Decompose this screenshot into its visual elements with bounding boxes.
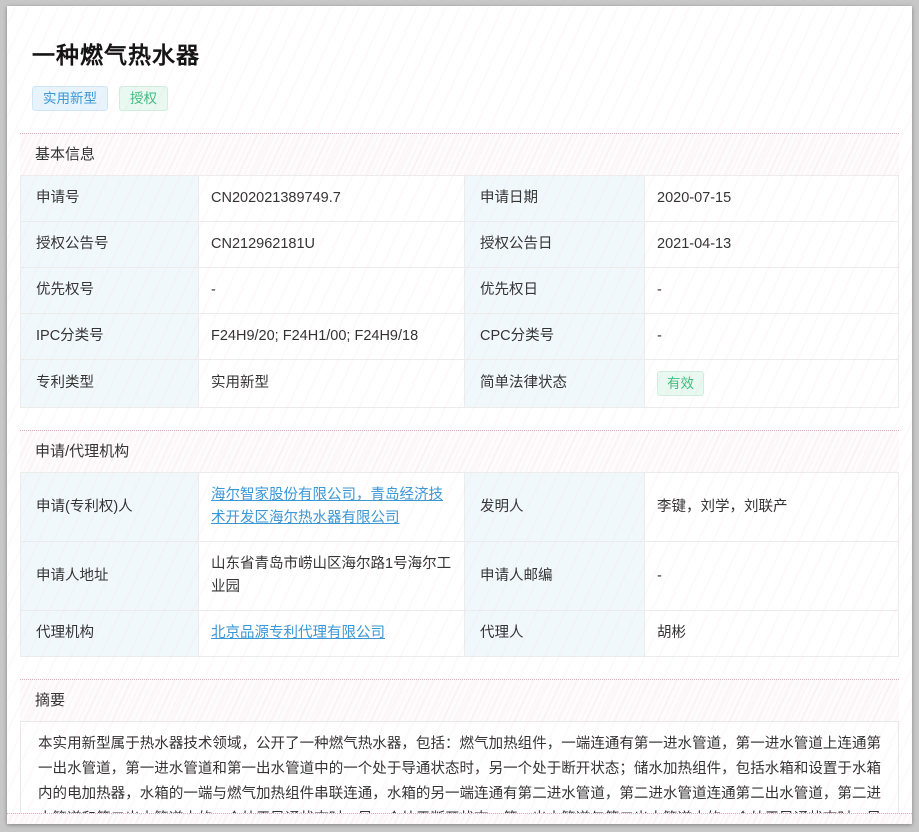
field-label: 代理机构 [21, 611, 199, 657]
field-value-ipc-class: F24H9/20; F24H1/00; F24H9/18 [199, 314, 465, 360]
abstract-text: 本实用新型属于热水器技术领域，公开了一种燃气热水器，包括：燃气加热组件，一端连通… [20, 721, 899, 824]
field-value-applicant-address: 山东省青岛市崂山区海尔路1号海尔工业园 [199, 542, 465, 611]
field-value-publication-number: CN212962181U [199, 222, 465, 268]
patent-detail-page: 一种燃气热水器 实用新型 授权 基本信息 申请号 CN202021389749.… [7, 6, 912, 824]
field-label: 优先权日 [465, 268, 645, 314]
table-row: 授权公告号 CN212962181U 授权公告日 2021-04-13 [21, 222, 899, 268]
table-row: 申请号 CN202021389749.7 申请日期 2020-07-15 [21, 176, 899, 222]
section-heading-basic-info: 基本信息 [20, 133, 899, 175]
legal-status-badge: 有效 [657, 371, 704, 396]
field-value-applicant: 海尔智家股份有限公司，青岛经济技术开发区海尔热水器有限公司 [199, 473, 465, 542]
bottom-watermark-strip [7, 813, 912, 824]
table-row: 申请(专利权)人 海尔智家股份有限公司，青岛经济技术开发区海尔热水器有限公司 发… [21, 473, 899, 542]
field-value-agency: 北京品源专利代理有限公司 [199, 611, 465, 657]
page-content: 一种燃气热水器 实用新型 授权 基本信息 申请号 CN202021389749.… [7, 6, 912, 824]
field-value-priority-number: - [199, 268, 465, 314]
table-row: 优先权号 - 优先权日 - [21, 268, 899, 314]
field-value-application-date: 2020-07-15 [645, 176, 899, 222]
field-value-postcode: - [645, 542, 899, 611]
field-label: 申请人邮编 [465, 542, 645, 611]
field-label: 授权公告日 [465, 222, 645, 268]
table-row: IPC分类号 F24H9/20; F24H1/00; F24H9/18 CPC分… [21, 314, 899, 360]
patent-type-badge: 实用新型 [32, 86, 108, 111]
field-value-priority-date: - [645, 268, 899, 314]
field-label: 简单法律状态 [465, 360, 645, 408]
table-row: 代理机构 北京品源专利代理有限公司 代理人 胡彬 [21, 611, 899, 657]
applicant-link[interactable]: 海尔智家股份有限公司，青岛经济技术开发区海尔热水器有限公司 [211, 487, 443, 526]
field-label: 专利类型 [21, 360, 199, 408]
field-value-patent-type: 实用新型 [199, 360, 465, 408]
field-label: 代理人 [465, 611, 645, 657]
field-label: 申请(专利权)人 [21, 473, 199, 542]
section-heading-applicant-agency: 申请/代理机构 [20, 430, 899, 472]
field-label: 授权公告号 [21, 222, 199, 268]
agency-link[interactable]: 北京品源专利代理有限公司 [211, 625, 385, 641]
page-title: 一种燃气热水器 [20, 6, 899, 70]
table-row: 申请人地址 山东省青岛市崂山区海尔路1号海尔工业园 申请人邮编 - [21, 542, 899, 611]
badge-row: 实用新型 授权 [32, 86, 899, 111]
field-value-legal-status: 有效 [645, 360, 899, 408]
field-label: 发明人 [465, 473, 645, 542]
field-label: CPC分类号 [465, 314, 645, 360]
section-heading-abstract: 摘要 [20, 679, 899, 721]
field-label: IPC分类号 [21, 314, 199, 360]
applicant-agency-table: 申请(专利权)人 海尔智家股份有限公司，青岛经济技术开发区海尔热水器有限公司 发… [20, 472, 899, 657]
field-value-application-number: CN202021389749.7 [199, 176, 465, 222]
field-label: 申请号 [21, 176, 199, 222]
field-value-cpc-class: - [645, 314, 899, 360]
field-label: 优先权号 [21, 268, 199, 314]
field-value-publication-date: 2021-04-13 [645, 222, 899, 268]
field-value-agent: 胡彬 [645, 611, 899, 657]
table-row: 专利类型 实用新型 简单法律状态 有效 [21, 360, 899, 408]
field-value-inventors: 李键，刘学，刘联产 [645, 473, 899, 542]
field-label: 申请人地址 [21, 542, 199, 611]
basic-info-table: 申请号 CN202021389749.7 申请日期 2020-07-15 授权公… [20, 175, 899, 408]
field-label: 申请日期 [465, 176, 645, 222]
granted-status-badge: 授权 [119, 86, 168, 111]
